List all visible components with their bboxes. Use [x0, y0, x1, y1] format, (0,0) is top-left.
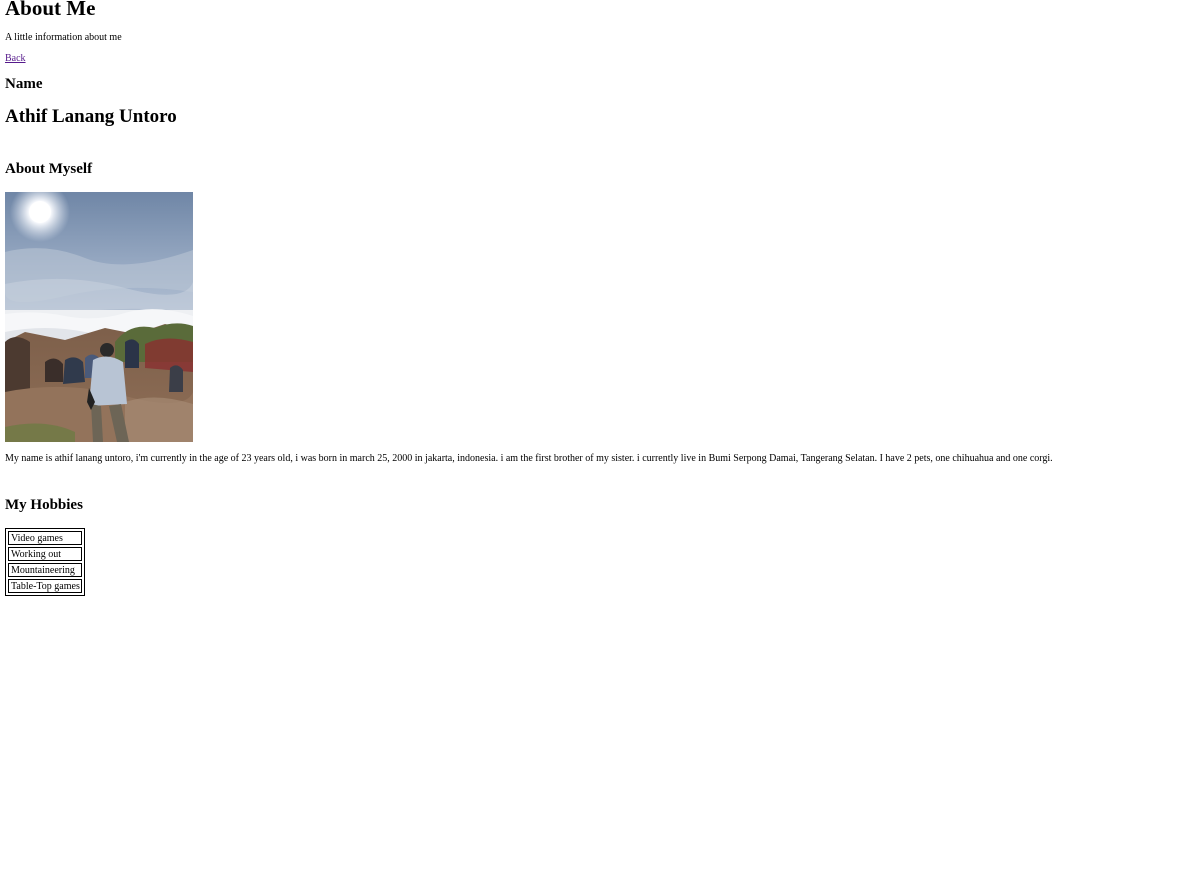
hobby-cell: Working out [8, 547, 82, 561]
page-title: About Me [5, 0, 96, 20]
hobbies-heading: My Hobbies [5, 497, 83, 513]
hobby-cell: Video games [8, 531, 82, 545]
hobby-cell: Mountaineering [8, 563, 82, 577]
table-row: Mountaineering [8, 563, 82, 577]
table-row: Video games [8, 531, 82, 545]
about-heading: About Myself [5, 161, 93, 177]
page-subtitle: A little information about me [5, 32, 122, 43]
back-link[interactable]: Back [5, 53, 26, 64]
profile-photo [5, 192, 193, 442]
name-heading: Name [5, 76, 43, 92]
table-row: Table-Top games [8, 579, 82, 593]
name-value: Athif Lanang Untoro [5, 106, 177, 127]
table-row: Working out [8, 547, 82, 561]
hobby-cell: Table-Top games [8, 579, 82, 593]
bio-text: My name is athif lanang untoro, i'm curr… [5, 453, 1053, 464]
hobbies-table: Video games Working out Mountaineering T… [5, 528, 85, 596]
